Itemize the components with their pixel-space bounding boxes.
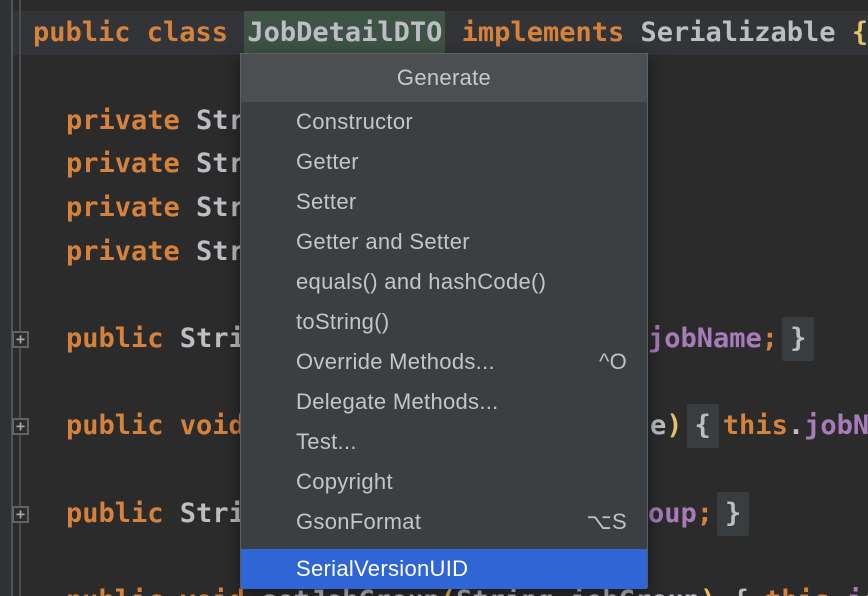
menu-item-label: Delegate Methods... [296,389,499,415]
menu-item-constructor[interactable]: Constructor [241,102,647,142]
menu-spacer [241,542,647,549]
menu-item-gsonformat[interactable]: GsonFormat ⌥S [241,502,647,542]
menu-item-tostring[interactable]: toString() [241,302,647,342]
code-token: public class [33,17,244,48]
code-line[interactable]: oup;} [648,492,753,536]
code-token: public [66,498,164,529]
code-token: private [66,236,180,267]
code-token: jobName [648,323,762,354]
menu-item-getter-and-setter[interactable]: Getter and Setter [241,222,647,262]
code-token: jobNa [804,410,868,441]
menu-item-equals-and-hashcode[interactable]: equals() and hashCode() [241,262,647,302]
code-token: Stri [164,498,245,529]
menu-item-serialversionuid[interactable]: SerialVersionUID [241,549,647,589]
menu-item-delegate-methods[interactable]: Delegate Methods... [241,382,647,422]
code-token: public [66,323,164,354]
code-token: { [852,17,868,48]
menu-item-label: Getter [296,149,359,175]
code-token: this [765,585,830,596]
code-token: ; [697,498,713,529]
code-token: { [687,404,719,448]
menu-item-label: SerialVersionUID [296,556,468,582]
code-token: Str [180,148,245,179]
code-token: .jobGroup [830,585,868,596]
menu-item-label: Copyright [296,469,393,495]
menu-item-label: equals() and hashCode() [296,269,546,295]
code-token: Serializable [624,17,852,48]
fold-expand-icon[interactable]: + [12,506,29,523]
shortcut-label: ^O [599,349,627,375]
code-token: ) [700,585,716,596]
code-token: } [782,317,814,361]
menu-item-copyright[interactable]: Copyright [241,462,647,502]
menu-item-label: Getter and Setter [296,229,470,255]
menu-item-label: Test... [296,429,357,455]
code-line[interactable]: private Str [66,230,245,274]
code-line[interactable]: public Stri [66,492,245,536]
code-line[interactable]: public class JobDetailDTO implements Ser… [33,11,868,55]
menu-item-test[interactable]: Test... [241,422,647,462]
menu-item-label: Constructor [296,109,413,135]
menu-item-label: Override Methods... [296,349,495,375]
generate-menu-list: Constructor Getter Setter Getter and Setter… [241,102,647,589]
code-token: private [66,105,180,136]
code-token: Stri [164,323,245,354]
code-token: ) [666,410,682,441]
fold-expand-icon[interactable]: + [12,331,29,348]
menu-item-label: toString() [296,309,389,335]
code-line[interactable]: jobName;} [648,317,818,361]
code-token: e [650,410,666,441]
menu-item-label: GsonFormat [296,509,421,535]
menu-item-getter[interactable]: Getter [241,142,647,182]
generate-popup: Generate Constructor Getter Setter Getter a… [240,53,648,588]
code-token: this [723,410,788,441]
code-token: private [66,192,180,223]
popup-title: Generate [241,54,647,102]
ide-editor: public class JobDetailDTO implements Ser… [0,0,868,596]
code-line[interactable]: public Stri [66,317,245,361]
code-token: } [717,492,749,536]
code-token: Str [180,192,245,223]
code-token: public void [66,410,245,441]
code-line[interactable]: private Str [66,99,245,143]
code-line[interactable]: public void [66,404,245,448]
menu-item-setter[interactable]: Setter [241,182,647,222]
code-token: oup [648,498,697,529]
code-token: public void [66,585,261,596]
code-line[interactable]: private Str [66,186,245,230]
code-token: Str [180,236,245,267]
code-line[interactable]: e){this.jobNa [650,404,868,448]
menu-item-label: Setter [296,189,357,215]
code-token: ; [762,323,778,354]
shortcut-label: ⌥S [586,509,627,535]
menu-item-override-methods[interactable]: Override Methods... ^O [241,342,647,382]
code-token: Str [180,105,245,136]
fold-expand-icon[interactable]: + [12,418,29,435]
code-token: implements [462,17,625,48]
code-token: { [716,585,765,596]
highlighted-identifier: JobDetailDTO [244,11,445,54]
code-token: private [66,148,180,179]
code-token [445,17,461,48]
code-token: . [788,410,804,441]
code-line[interactable]: private Str [66,142,245,186]
